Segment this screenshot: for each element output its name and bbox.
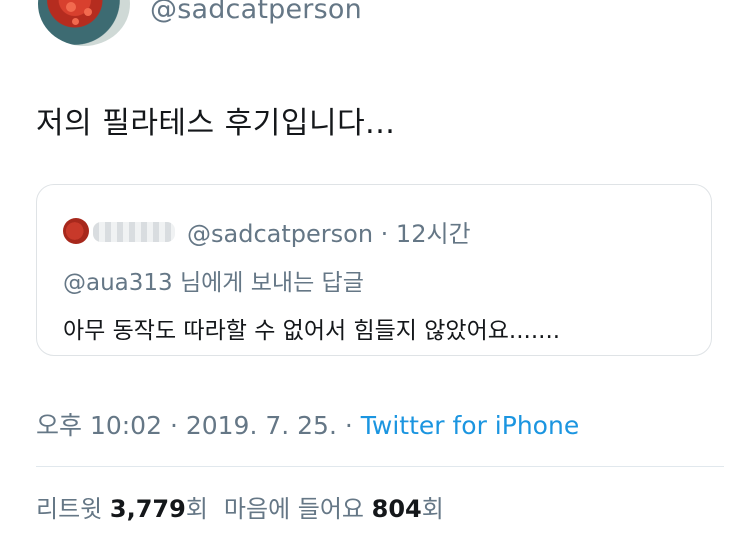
quoted-tweet-time: 12시간	[395, 220, 471, 248]
quoted-tweet-card[interactable]: @sadcatperson · 12시간 @aua313 님에게 보내는 답글 …	[36, 184, 712, 356]
quoted-author-handle: @sadcatperson	[187, 220, 374, 248]
tweet-timestamp[interactable]: 오후 10:02 · 2019. 7. 25. ·	[36, 411, 361, 440]
tweet-meta-line: 오후 10:02 · 2019. 7. 25. · Twitter for iP…	[36, 406, 579, 442]
author-avatar[interactable]	[38, 0, 130, 46]
tweet-text: 저의 필라테스 후기입니다...	[36, 106, 396, 141]
retweets-stat[interactable]: 리트윗 3,779회	[36, 495, 208, 523]
quoted-tweet-meta: @sadcatperson · 12시간	[187, 214, 471, 249]
likes-label: 마음에 들어요	[223, 495, 365, 523]
likes-count: 804	[371, 495, 422, 523]
author-handle[interactable]: @sadcatperson	[150, 0, 362, 25]
retweets-label: 리트윗	[36, 495, 103, 523]
quoted-meta-separator: ·	[373, 220, 396, 248]
likes-stat[interactable]: 마음에 들어요 804회	[224, 495, 444, 523]
quoted-author-name-redacted	[93, 222, 175, 242]
tweet-stats: 리트윗 3,779회 마음에 들어요 804회	[36, 489, 444, 524]
retweets-count: 3,779	[109, 495, 186, 523]
divider	[36, 466, 724, 467]
quoted-reply-to: @aua313 님에게 보내는 답글	[63, 270, 364, 296]
tweet-source-link[interactable]: Twitter for iPhone	[361, 411, 579, 440]
quoted-author-avatar	[63, 218, 89, 244]
likes-unit: 회	[421, 495, 444, 523]
retweets-unit: 회	[185, 495, 208, 523]
quoted-tweet-text: 아무 동작도 따라할 수 없어서 힘들지 않았어요.......	[63, 318, 561, 344]
